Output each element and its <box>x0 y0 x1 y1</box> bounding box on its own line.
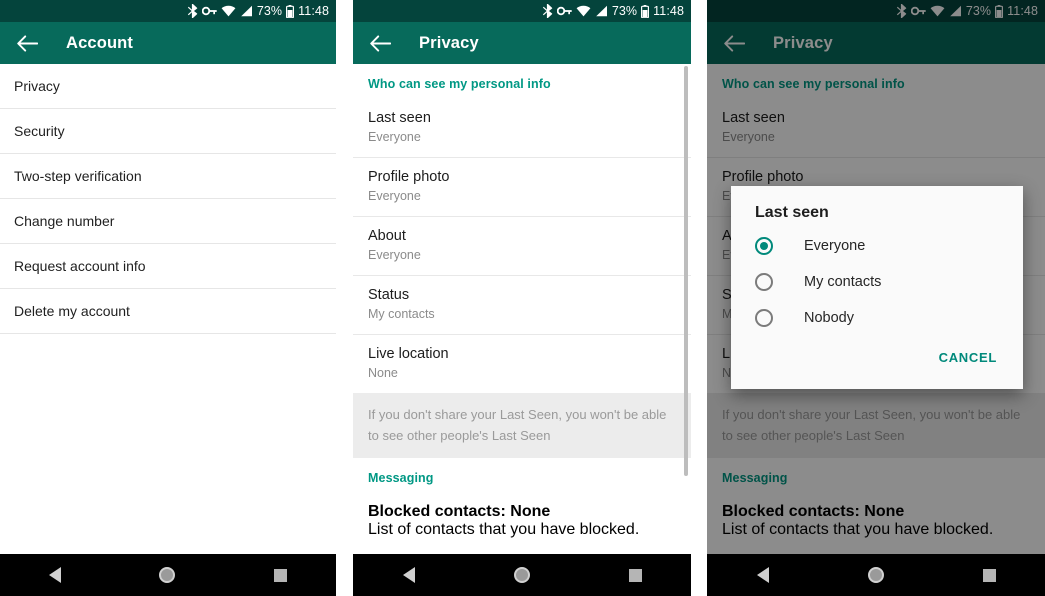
setting-row-about[interactable]: About Everyone <box>353 217 691 276</box>
list-item-label: Security <box>14 123 65 139</box>
list-item-label: Privacy <box>14 78 60 94</box>
setting-row-blocked-contacts[interactable]: Blocked contacts: None List of contacts … <box>353 493 691 550</box>
setting-title: Profile photo <box>368 169 450 185</box>
list-item-delete-my-account[interactable]: Delete my account <box>0 289 336 334</box>
nav-recents-icon[interactable] <box>273 568 287 582</box>
setting-title: Blocked contacts: None <box>368 503 551 520</box>
setting-row-status[interactable]: Status My contacts <box>353 276 691 335</box>
radio-button-icon[interactable] <box>755 273 773 291</box>
radio-option-nobody[interactable]: Nobody <box>731 300 1023 336</box>
phone-panel-privacy-dialog: 73% 11:48 Privacy Who can see my persona… <box>707 0 1045 596</box>
section-header-messaging: Messaging <box>368 471 434 485</box>
battery-percent-label: 73% <box>256 3 283 18</box>
setting-title: Status <box>368 287 410 303</box>
app-bar-account: Account <box>0 22 336 64</box>
status-bar: 73% 11:48 <box>0 0 336 22</box>
dialog-title: Last seen <box>755 204 829 221</box>
android-nav-bar <box>353 554 691 596</box>
setting-value: None <box>368 366 398 380</box>
signal-icon <box>241 5 252 17</box>
wifi-icon <box>221 5 236 17</box>
setting-value: Everyone <box>368 248 421 262</box>
phone-panel-account: 73% 11:48 Account Privacy Security Two-s… <box>0 0 336 596</box>
radio-button-selected-icon[interactable] <box>755 237 773 255</box>
radio-option-everyone[interactable]: Everyone <box>731 228 1023 264</box>
nav-back-icon[interactable] <box>49 567 62 583</box>
privacy-settings-list: Who can see my personal info Last seen E… <box>353 64 691 576</box>
nav-home-icon[interactable] <box>159 567 176 583</box>
vpn-key-icon <box>556 6 572 16</box>
android-nav-bar <box>707 554 1045 596</box>
setting-row-live-location[interactable]: Live location None <box>353 335 691 393</box>
setting-row-last-seen[interactable]: Last seen Everyone <box>353 99 691 158</box>
screenshot-stage: 73% 11:48 Account Privacy Security Two-s… <box>0 0 1045 596</box>
setting-title: About <box>368 228 406 244</box>
dialog-actions: CANCEL <box>731 336 1023 381</box>
nav-home-icon[interactable] <box>867 567 884 583</box>
nav-back-icon[interactable] <box>402 567 415 583</box>
list-item-privacy[interactable]: Privacy <box>0 64 336 109</box>
bluetooth-icon <box>542 4 553 18</box>
setting-value: My contacts <box>368 307 435 321</box>
page-title: Privacy <box>419 33 479 52</box>
nav-recents-icon[interactable] <box>982 568 996 582</box>
radio-option-label: Everyone <box>804 238 866 254</box>
list-item-label: Delete my account <box>14 303 130 319</box>
last-seen-footnote: If you don't share your Last Seen, you w… <box>353 393 691 458</box>
arrow-back-icon[interactable] <box>367 30 393 56</box>
list-item-change-number[interactable]: Change number <box>0 199 336 244</box>
battery-percent-label: 73% <box>611 3 638 18</box>
battery-icon <box>286 4 295 18</box>
radio-option-label: My contacts <box>804 274 882 290</box>
app-bar-privacy: Privacy <box>353 22 691 64</box>
radio-option-my-contacts[interactable]: My contacts <box>731 264 1023 300</box>
list-item-label: Request account info <box>14 258 146 274</box>
wifi-icon <box>576 5 591 17</box>
account-settings-list: Privacy Security Two-step verification C… <box>0 64 336 576</box>
radio-button-icon[interactable] <box>755 309 773 327</box>
clock-label: 11:48 <box>653 3 684 18</box>
vertical-scrollbar[interactable] <box>684 66 688 476</box>
nav-recents-icon[interactable] <box>628 568 642 582</box>
nav-back-icon[interactable] <box>756 567 769 583</box>
signal-icon <box>596 5 607 17</box>
list-item-request-account-info[interactable]: Request account info <box>0 244 336 289</box>
bluetooth-icon <box>187 4 198 18</box>
section-header-personal-info: Who can see my personal info <box>368 77 551 91</box>
nav-home-icon[interactable] <box>513 567 530 583</box>
list-item-label: Change number <box>14 213 115 229</box>
last-seen-dialog: Last seen Everyone My contacts Nobody CA… <box>731 186 1023 389</box>
cancel-button[interactable]: CANCEL <box>931 344 1005 371</box>
list-item-two-step-verification[interactable]: Two-step verification <box>0 154 336 199</box>
list-item-label: Two-step verification <box>14 168 142 184</box>
setting-title: Last seen <box>368 110 431 126</box>
radio-option-label: Nobody <box>804 310 854 326</box>
setting-row-profile-photo[interactable]: Profile photo Everyone <box>353 158 691 217</box>
clock-label: 11:48 <box>298 3 329 18</box>
setting-title: Live location <box>368 346 449 362</box>
list-item-security[interactable]: Security <box>0 109 336 154</box>
battery-icon <box>641 4 650 18</box>
setting-value: Everyone <box>368 130 421 144</box>
page-title: Account <box>66 33 134 52</box>
vpn-key-icon <box>201 6 217 16</box>
status-bar: 73% 11:48 <box>353 0 691 22</box>
arrow-back-icon[interactable] <box>14 30 40 56</box>
setting-value: List of contacts that you have blocked. <box>368 521 640 538</box>
android-nav-bar <box>0 554 336 596</box>
phone-panel-privacy: 73% 11:48 Privacy Who can see my persona… <box>353 0 691 596</box>
setting-value: Everyone <box>368 189 421 203</box>
